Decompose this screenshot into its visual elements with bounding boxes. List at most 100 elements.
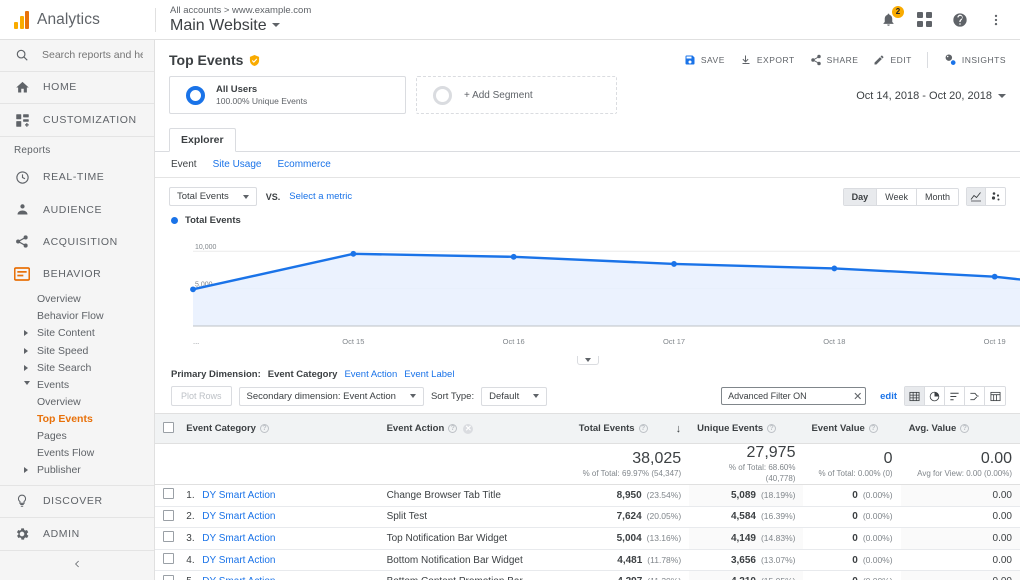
motion-chart-icon[interactable] [986,188,1005,205]
advanced-filter-input[interactable] [721,387,866,405]
edit-button[interactable]: EDIT [873,54,911,66]
subtab-site-usage[interactable]: Site Usage [213,159,262,170]
sidebar-subitem-top-events[interactable]: Top Events [0,410,154,427]
sidebar-item-audience[interactable]: AUDIENCE [0,193,154,225]
row-checkbox[interactable] [163,575,174,580]
bell-icon[interactable]: 2 [878,10,898,30]
select-all-checkbox[interactable] [163,422,174,433]
header-total-events[interactable]: Total Events?↓ [571,414,689,444]
plot-rows-button[interactable]: Plot Rows [171,386,232,406]
table-row[interactable]: 1.DY Smart ActionChange Browser Tab Titl… [155,485,1020,507]
sidebar-subitem-publisher[interactable]: Publisher [0,462,154,479]
save-button[interactable]: SAVE [684,54,725,66]
granularity-day[interactable]: Day [844,189,878,205]
row-checkbox-cell[interactable] [155,549,178,571]
secondary-dimension-select[interactable]: Secondary dimension: Event Action [239,387,424,406]
more-vert-icon[interactable] [986,10,1006,30]
table-row[interactable]: 3.DY Smart ActionTop Notification Bar Wi… [155,528,1020,550]
subtab-event[interactable]: Event [171,159,197,170]
row-category-link[interactable]: DY Smart Action [202,555,275,566]
metric-select[interactable]: Total Events [169,187,257,206]
row-checkbox[interactable] [163,488,174,499]
dimension-link-event-action[interactable]: Event Action [344,369,397,380]
line-chart-icon[interactable] [967,188,986,205]
remove-secondary-dimension-icon[interactable]: ✕ [463,424,473,434]
property-title[interactable]: Main Website [170,16,311,35]
row-checkbox[interactable] [163,531,174,542]
help-icon[interactable]: ? [869,424,878,433]
slider-handle[interactable] [577,356,599,365]
table-row[interactable]: 2.DY Smart ActionSplit Test7,624(20.05%)… [155,506,1020,528]
sidebar-subitem-site-search[interactable]: Site Search [0,359,154,376]
header-event-category[interactable]: Event Category? [178,414,378,444]
sidebar-subitem-site-speed[interactable]: Site Speed [0,342,154,359]
sidebar-subitem-events[interactable]: Events [0,376,154,393]
help-icon[interactable]: ? [639,424,648,433]
help-icon[interactable]: ? [960,424,969,433]
help-icon[interactable] [950,10,970,30]
chart-legend: Total Events [155,215,1020,226]
sidebar-item-real-time[interactable]: REAL-TIME [0,161,154,193]
account-selector[interactable]: All accounts > www.example.com Main Webs… [168,0,311,39]
comparison-view-icon[interactable] [965,387,985,405]
row-category-link[interactable]: DY Smart Action [202,511,275,522]
pie-view-icon[interactable] [925,387,945,405]
performance-view-icon[interactable] [945,387,965,405]
help-icon[interactable]: ? [767,424,776,433]
pivot-view-icon[interactable] [985,387,1005,405]
sidebar-subitem-events-flow[interactable]: Events Flow [0,445,154,462]
edit-filter-link[interactable]: edit [880,391,897,402]
segment-all-users[interactable]: All Users 100.00% Unique Events [169,76,406,114]
sidebar-item-admin[interactable]: ADMIN [0,518,154,550]
table-view-icon[interactable] [905,387,925,405]
total-events-line-chart[interactable]: 5,00010,000 [171,232,1020,330]
row-category-link[interactable]: DY Smart Action [202,490,275,501]
header-unique-events[interactable]: Unique Events? [689,414,803,444]
row-checkbox-cell[interactable] [155,485,178,507]
sidebar-subitem-pages[interactable]: Pages [0,428,154,445]
select-a-metric-link[interactable]: Select a metric [289,191,352,202]
sidebar-subitem-events-overview[interactable]: Overview [0,393,154,410]
sidebar-item-behavior[interactable]: BEHAVIOR [0,258,154,290]
select-all-header[interactable] [155,414,178,444]
granularity-month[interactable]: Month [917,189,958,205]
sidebar-subitem-overview[interactable]: Overview [0,291,154,308]
insights-button[interactable]: INSIGHTS [943,53,1006,67]
search-input[interactable] [40,48,145,62]
tab-explorer[interactable]: Explorer [169,128,236,152]
sidebar-item-acquisition[interactable]: ACQUISITION [0,226,154,258]
sidebar-item-discover[interactable]: DISCOVER [0,485,154,518]
search-reports-row[interactable] [0,40,154,72]
header-avg-value[interactable]: Avg. Value? [901,414,1020,444]
export-button[interactable]: EXPORT [740,54,795,66]
row-checkbox-cell[interactable] [155,506,178,528]
row-category-link[interactable]: DY Smart Action [202,533,275,544]
table-row[interactable]: 5.DY Smart ActionBottom Content Promotio… [155,571,1020,580]
row-checkbox[interactable] [163,510,174,521]
date-range-selector[interactable]: Oct 14, 2018 - Oct 20, 2018 [856,76,1006,102]
sort-type-select[interactable]: Default [481,387,547,406]
sidebar-collapse-button[interactable] [0,550,154,580]
analytics-logo[interactable]: Analytics [0,0,155,39]
granularity-week[interactable]: Week [877,189,917,205]
sidebar-subitem-site-content[interactable]: Site Content [0,325,154,342]
sidebar-item-customization[interactable]: CUSTOMIZATION [0,104,154,137]
share-button[interactable]: SHARE [810,54,859,66]
table-row[interactable]: 4.DY Smart ActionBottom Notification Bar… [155,549,1020,571]
help-icon[interactable]: ? [448,424,457,433]
header-event-value[interactable]: Event Value? [803,414,900,444]
dimension-link-event-label[interactable]: Event Label [404,369,454,380]
row-checkbox-cell[interactable] [155,571,178,580]
row-category-link[interactable]: DY Smart Action [202,576,275,580]
primary-dimension-value[interactable]: Event Category [268,369,338,380]
row-checkbox-cell[interactable] [155,528,178,550]
apps-grid-icon[interactable] [914,10,934,30]
sidebar-item-home[interactable]: HOME [0,72,154,105]
chart-range-slider[interactable] [155,356,1020,365]
sidebar-subitem-behavior-flow[interactable]: Behavior Flow [0,308,154,325]
header-event-action[interactable]: Event Action?✕ [379,414,571,444]
row-checkbox[interactable] [163,553,174,564]
add-segment-button[interactable]: + Add Segment [416,76,617,114]
help-icon[interactable]: ? [260,424,269,433]
subtab-ecommerce[interactable]: Ecommerce [278,159,331,170]
